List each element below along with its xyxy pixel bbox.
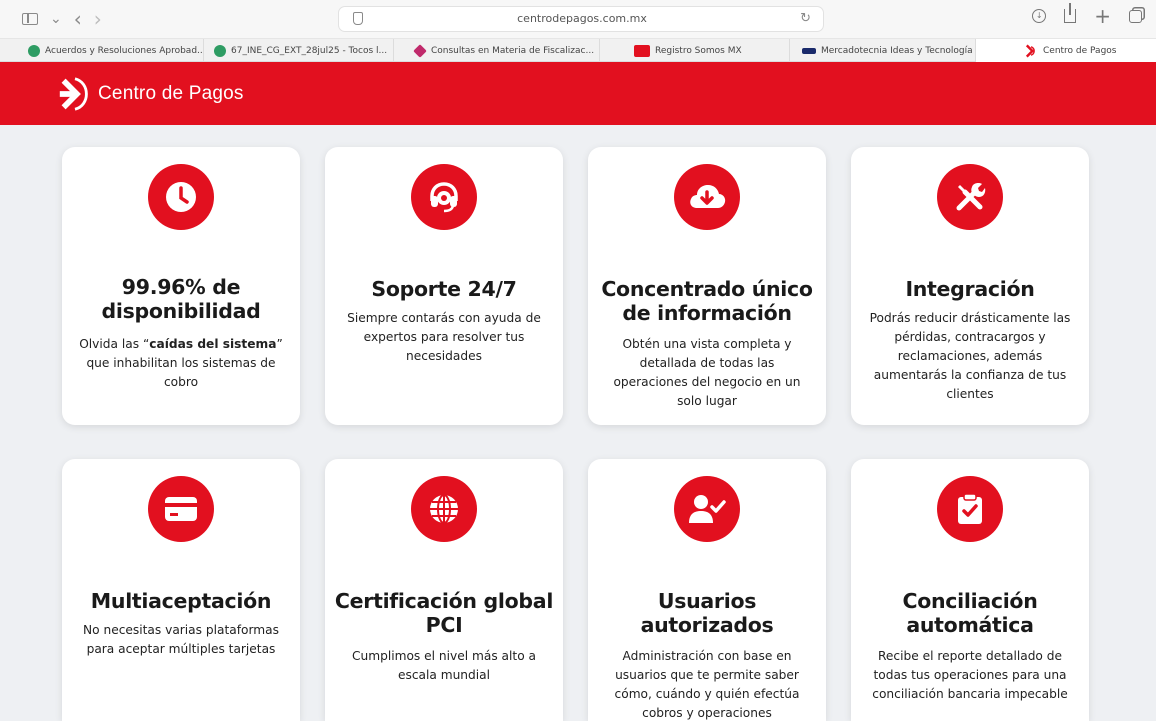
chevron-down-icon[interactable]: ⌄ xyxy=(50,10,62,28)
back-button[interactable]: ‹ xyxy=(74,9,82,29)
bookmark-item[interactable]: Registro Somos MX xyxy=(624,39,790,62)
feature-card-support: Soporte 24/7 Siempre contarás con ayuda … xyxy=(325,147,563,425)
credit-card-icon xyxy=(148,476,214,542)
card-description: Cumplimos el nivel más alto a escala mun… xyxy=(351,649,536,682)
feature-card-information: Concentrado único de información Obtén u… xyxy=(588,147,826,425)
card-description: Recibe el reporte detallado de todas tus… xyxy=(872,649,1068,701)
globe-icon xyxy=(411,476,477,542)
address-bar[interactable]: centrodepagos.com.mx ↻ xyxy=(338,6,824,32)
feature-card-availability: 99.96% de disponibilidad Olvida las “caí… xyxy=(62,147,300,425)
clipboard-check-icon xyxy=(937,476,1003,542)
site-header: Centro de Pagos xyxy=(0,62,1156,125)
url-text: centrodepagos.com.mx xyxy=(517,12,647,25)
feature-card-reconciliation: Conciliación automática Recibe el report… xyxy=(851,459,1089,721)
mit-logo-icon xyxy=(802,47,816,54)
somos-mx-logo-icon xyxy=(634,44,650,57)
card-description: Siempre contarás con ayuda de expertos p… xyxy=(347,311,541,363)
diamond-logo-icon xyxy=(413,43,427,58)
headset-icon xyxy=(411,164,477,230)
bookmark-item[interactable]: 67_INE_CG_EXT_28jul25 - Tocos l... xyxy=(204,39,394,62)
site-logo-text[interactable]: Centro de Pagos xyxy=(98,83,244,105)
feature-card-multiacceptance: Multiaceptación No necesitas varias plat… xyxy=(62,459,300,721)
card-title: Certificación global PCI xyxy=(334,589,554,637)
sharepoint-icon xyxy=(214,44,226,57)
feature-card-integration: Integración Podrás reducir drásticamente… xyxy=(851,147,1089,425)
downloads-icon[interactable]: ↓ xyxy=(1032,9,1047,23)
card-description: Obtén una vista completa y detallada de … xyxy=(613,337,801,408)
feature-card-pci: Certificación global PCI Cumplimos el ni… xyxy=(325,459,563,721)
sharepoint-icon xyxy=(28,44,40,57)
card-description: Administración con base en usuarios que … xyxy=(614,649,800,720)
reload-icon[interactable]: ↻ xyxy=(800,11,811,26)
toolbar-right-controls: ↓ + xyxy=(1032,3,1142,26)
browser-toolbar: ⌄ ‹ › centrodepagos.com.mx ↻ ↓ + xyxy=(0,0,1156,38)
card-title: Concentrado único de información xyxy=(601,277,813,325)
card-title: 99.96% de disponibilidad xyxy=(101,275,261,323)
clock-icon xyxy=(148,164,214,230)
card-title: Multiaceptación xyxy=(90,589,272,613)
forward-button[interactable]: › xyxy=(94,9,102,29)
bookmarks-bar: Acuerdos y Resoluciones Aprobad... 67_IN… xyxy=(0,38,1156,62)
tab-overview-icon[interactable] xyxy=(1129,9,1142,23)
user-check-icon xyxy=(674,476,740,542)
bookmark-item[interactable]: Consultas en Materia de Fiscalizac... xyxy=(404,39,600,62)
share-icon[interactable] xyxy=(1064,3,1077,23)
card-title: Conciliación automática xyxy=(902,589,1038,637)
centro-de-pagos-logo-icon xyxy=(1025,44,1035,57)
sidebar-toggle-icon[interactable] xyxy=(22,13,38,25)
card-title: Integración xyxy=(905,277,1035,301)
card-description: Podrás reducir drásticamente las pérdida… xyxy=(869,311,1071,401)
bookmark-item-active[interactable]: Centro de Pagos xyxy=(976,39,1156,62)
card-description: No necesitas varias plataformas para ace… xyxy=(83,623,279,656)
toolbar-left-controls: ⌄ ‹ › xyxy=(22,9,102,29)
feature-card-authorized-users: Usuarios autorizados Administración con … xyxy=(588,459,826,721)
bookmark-item[interactable]: Acuerdos y Resoluciones Aprobad... xyxy=(18,39,204,62)
tools-icon xyxy=(937,164,1003,230)
new-tab-button[interactable]: + xyxy=(1094,6,1111,26)
cloud-download-icon xyxy=(674,164,740,230)
card-description: Olvida las “caídas del sistema” que inha… xyxy=(79,337,283,389)
card-title: Usuarios autorizados xyxy=(640,589,774,637)
bookmark-item[interactable]: Mercadotecnia Ideas y Tecnología xyxy=(792,39,976,62)
card-title: Soporte 24/7 xyxy=(371,277,517,301)
centro-de-pagos-logo-icon[interactable] xyxy=(56,75,94,113)
